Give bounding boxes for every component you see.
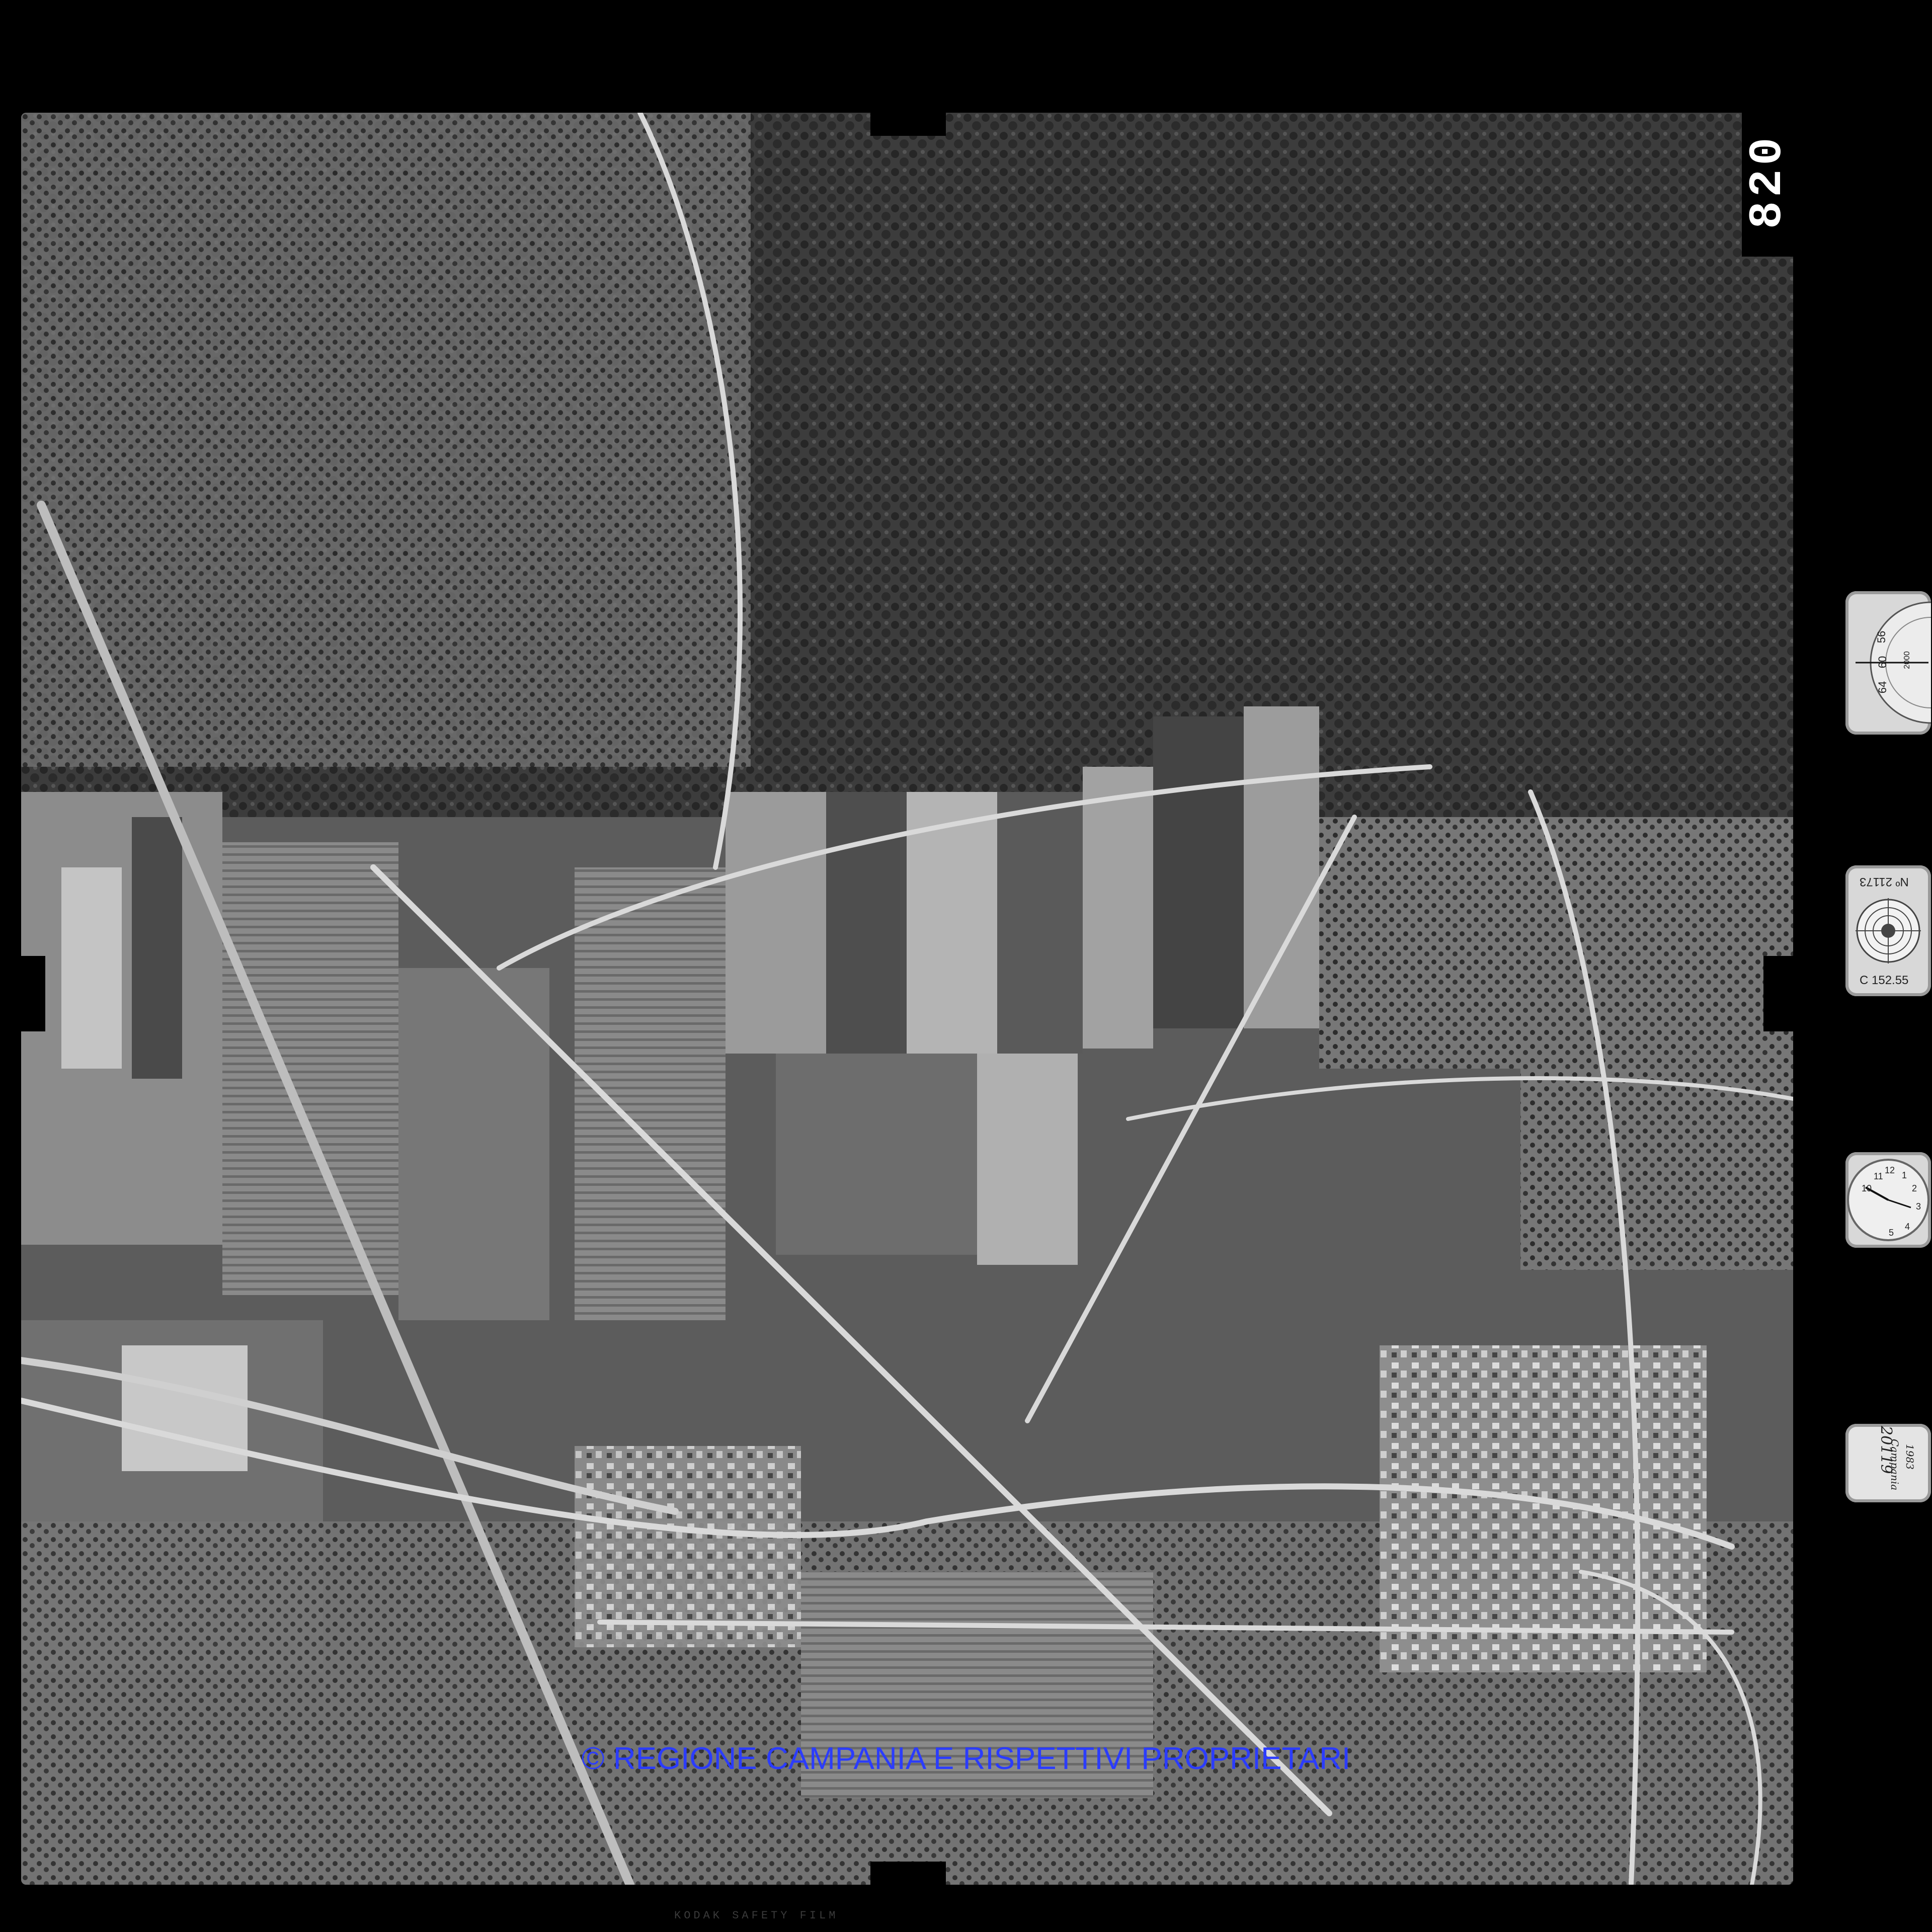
frame-number: 820 xyxy=(1741,106,1794,257)
film-frame: 820 56 60 64 2000 Nº 21173 C 152.55 10 1… xyxy=(0,0,1932,1932)
note-line-2: Campania xyxy=(1889,1439,1901,1491)
clock-numeral-1: 1 xyxy=(1902,1170,1907,1180)
altimeter-label-64: 64 xyxy=(1876,681,1889,694)
level-focal: C 152.55 xyxy=(1860,974,1909,987)
altimeter-label-56: 56 xyxy=(1875,630,1888,643)
clock-numeral-3: 3 xyxy=(1916,1201,1921,1212)
left-notch xyxy=(10,956,45,1031)
clock-gauge: 10 11 12 1 2 3 4 5 xyxy=(1845,1152,1931,1248)
northwest-orchards xyxy=(21,113,751,767)
clock-numeral-11: 11 xyxy=(1874,1171,1883,1181)
altimeter-label-60: 60 xyxy=(1876,656,1889,669)
note-card: 20119 Campania 1983 xyxy=(1845,1424,1931,1502)
town-south xyxy=(575,1446,801,1647)
altimeter-gauge: 56 60 64 2000 xyxy=(1845,591,1931,735)
aerial-terrain xyxy=(21,113,1793,1885)
level-bubble-gauge: Nº 21173 C 152.55 xyxy=(1845,865,1931,996)
altimeter-label-2000: 2000 xyxy=(1902,651,1911,669)
clock-numeral-5: 5 xyxy=(1889,1228,1894,1238)
note-line-3: 1983 xyxy=(1904,1444,1916,1470)
town-east xyxy=(1380,1345,1707,1672)
clock-numeral-2: 2 xyxy=(1912,1183,1917,1193)
clock-numeral-4: 4 xyxy=(1905,1222,1910,1232)
right-notch xyxy=(1763,956,1809,1031)
aerial-photograph xyxy=(21,113,1793,1885)
film-edge-print: KODAK SAFETY FILM xyxy=(674,1909,839,1922)
top-notch xyxy=(870,106,946,136)
bottom-notch xyxy=(870,1862,946,1892)
clock-numeral-10: 10 xyxy=(1862,1183,1872,1193)
copyright-watermark: © REGIONE CAMPANIA E RISPETTIVI PROPRIET… xyxy=(581,1741,1351,1776)
level-serial: Nº 21173 xyxy=(1860,875,1909,889)
clock-numeral-12: 12 xyxy=(1885,1165,1895,1175)
